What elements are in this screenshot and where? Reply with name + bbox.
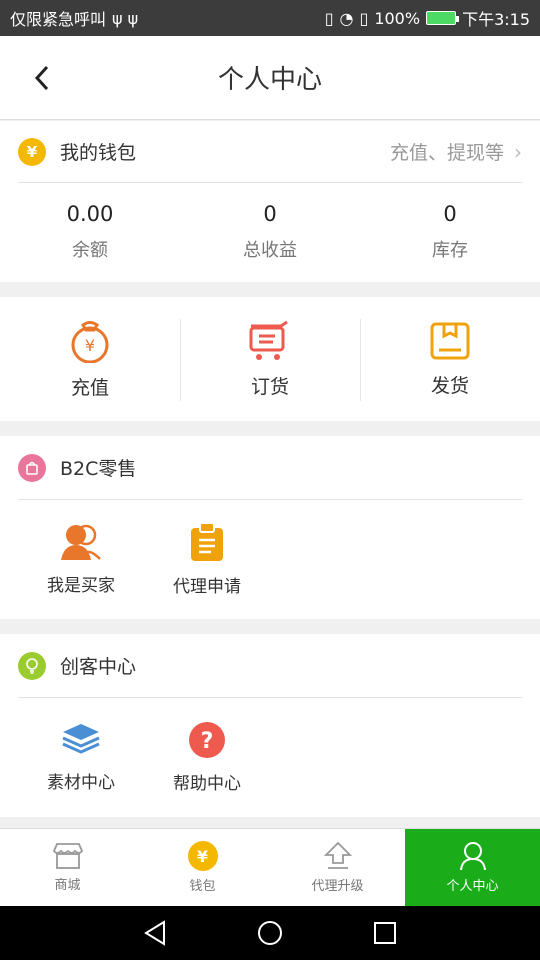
users-icon <box>61 524 101 560</box>
battery-icon <box>426 11 460 25</box>
stat-inventory[interactable]: 0 库存 <box>360 183 540 281</box>
maker-section: 创客中心 素材中心 ? 帮助中心 <box>0 634 540 817</box>
wallet-card: ¥ 我的钱包 充值、提现等 › 0.00 余额 0 总收益 0 库存 <box>0 121 540 282</box>
lightbulb-icon <box>18 651 46 680</box>
grid-label: 我是买家 <box>47 575 115 596</box>
system-nav-bar <box>0 906 540 960</box>
tab-label: 个人中心 <box>446 879 499 894</box>
wallet-stats: 0.00 余额 0 总收益 0 库存 <box>0 183 540 281</box>
stat-total-earnings[interactable]: 0 总收益 <box>180 183 360 281</box>
usb-icon: ψ ψ <box>112 8 139 28</box>
section-header: 创客中心 <box>18 634 522 698</box>
tab-upgrade[interactable]: 代理升级 <box>270 829 405 906</box>
vibrate-icon: ▯ <box>324 8 334 28</box>
help-button[interactable]: ? 帮助中心 <box>144 698 270 816</box>
b2c-section: B2C零售 我是买家 代理申请 <box>0 436 540 619</box>
materials-button[interactable]: 素材中心 <box>18 698 144 816</box>
user-icon <box>459 842 486 871</box>
page-title: 个人中心 <box>217 65 322 95</box>
section-title: B2C零售 <box>60 458 137 480</box>
tab-profile[interactable]: 个人中心 <box>405 829 540 906</box>
nav-recents-icon[interactable] <box>373 921 397 945</box>
clipboard-icon <box>191 521 223 561</box>
stat-balance[interactable]: 0.00 余额 <box>0 183 180 281</box>
cart-icon <box>249 320 288 360</box>
stat-label: 库存 <box>432 240 468 261</box>
grid-label: 帮助中心 <box>173 773 241 794</box>
shop-icon <box>52 843 83 869</box>
order-button[interactable]: 订货 <box>180 297 360 421</box>
battery-percent: 100% <box>374 8 421 28</box>
tab-wallet[interactable]: ¥ 钱包 <box>135 829 270 906</box>
stat-value: 0 <box>263 202 277 226</box>
tab-label: 钱包 <box>189 879 216 894</box>
bag-icon <box>18 453 46 482</box>
wallet-title: 我的钱包 <box>60 142 137 164</box>
clock: 下午3:15 <box>462 10 530 29</box>
page: 仅限紧急呼叫 ψ ψ ▯ ◔ ▯ 100% 下午3:15 个人中心 ¥ 我的钱包… <box>0 0 540 960</box>
back-button[interactable] <box>28 62 56 94</box>
agent-apply-button[interactable]: 代理申请 <box>144 500 270 618</box>
money-bag-icon: ¥ <box>71 320 109 363</box>
nav-back-icon[interactable] <box>143 920 167 946</box>
tab-mall[interactable]: 商城 <box>0 829 135 906</box>
wifi-icon: ◔ <box>339 8 354 28</box>
package-icon <box>430 322 470 359</box>
ship-button[interactable]: 发货 <box>360 297 540 421</box>
carrier-text: 仅限紧急呼叫 <box>10 10 107 29</box>
top-bar: 个人中心 <box>0 36 540 120</box>
sim-icon: ▯ <box>359 8 369 28</box>
b2c-grid: 我是买家 代理申请 <box>0 500 540 618</box>
grid-label: 素材中心 <box>47 772 115 793</box>
wallet-coin-icon: ¥ <box>18 137 46 166</box>
stat-label: 总收益 <box>243 240 297 261</box>
tab-label: 商城 <box>54 878 81 893</box>
coin-icon: ¥ <box>187 841 218 871</box>
recharge-button[interactable]: ¥ 充值 <box>0 297 180 421</box>
svg-text:?: ? <box>201 729 214 754</box>
grid-label: 代理申请 <box>173 576 241 597</box>
stat-value: 0.00 <box>66 202 114 226</box>
bottom-tab-bar: 商城 ¥ 钱包 代理升级 个人中心 <box>0 828 540 906</box>
layers-icon <box>62 723 100 754</box>
tab-label: 代理升级 <box>311 879 364 894</box>
buyer-button[interactable]: 我是买家 <box>18 500 144 618</box>
help-icon: ? <box>189 721 225 758</box>
nav-home-icon[interactable] <box>257 920 283 946</box>
status-bar: 仅限紧急呼叫 ψ ψ ▯ ◔ ▯ 100% 下午3:15 <box>0 0 540 36</box>
action-label: 发货 <box>430 374 469 397</box>
quick-actions: ¥ 充值 订货 发货 <box>0 297 540 421</box>
wallet-link-text[interactable]: 充值、提现等 <box>390 138 504 165</box>
action-label: 订货 <box>250 375 289 398</box>
stat-value: 0 <box>443 202 457 226</box>
stat-label: 余额 <box>72 240 108 261</box>
section-header: B2C零售 <box>18 436 522 500</box>
maker-grid: 素材中心 ? 帮助中心 <box>0 698 540 816</box>
upload-arrow-icon <box>323 841 352 869</box>
section-title: 创客中心 <box>60 656 137 678</box>
svg-text:¥: ¥ <box>85 336 95 355</box>
chevron-right-icon: › <box>514 139 522 164</box>
action-label: 充值 <box>70 376 109 399</box>
chevron-left-icon <box>34 65 49 91</box>
wallet-header[interactable]: ¥ 我的钱包 充值、提现等 › <box>18 121 522 183</box>
